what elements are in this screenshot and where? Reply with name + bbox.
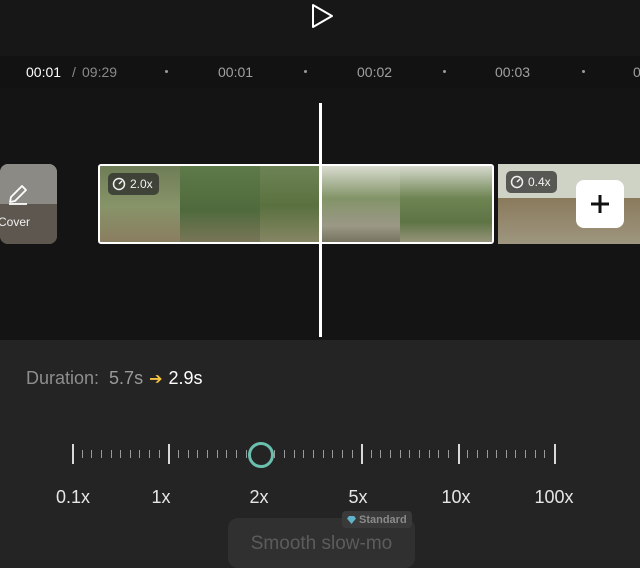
slider-major-tick xyxy=(457,444,460,464)
playhead[interactable] xyxy=(319,103,322,337)
speed-label: 5x xyxy=(348,487,368,507)
slider-minor-tick xyxy=(447,450,449,458)
cover-button[interactable]: Cover xyxy=(0,164,57,244)
slider-minor-tick xyxy=(380,450,382,458)
slider-minor-tick xyxy=(206,450,208,458)
slider-minor-tick xyxy=(100,450,102,458)
speed-value: 0.4x xyxy=(528,175,551,189)
standard-label: Standard xyxy=(359,513,407,526)
arrow-right-icon: ➔ xyxy=(149,371,163,388)
slider-minor-tick xyxy=(284,450,286,458)
ruler-mark: 00:02 xyxy=(357,64,393,80)
slider-minor-tick xyxy=(544,450,546,458)
slider-minor-tick xyxy=(149,450,151,458)
slider-minor-tick xyxy=(245,450,247,458)
ruler-dot xyxy=(304,70,307,73)
slider-minor-tick xyxy=(322,450,324,458)
slider-minor-tick xyxy=(303,450,305,458)
slider-minor-tick xyxy=(226,450,228,458)
slider-minor-tick xyxy=(409,450,411,458)
slider-minor-tick xyxy=(110,450,112,458)
slider-minor-tick xyxy=(341,450,343,458)
slider-minor-tick xyxy=(158,450,160,458)
slider-minor-tick xyxy=(274,450,276,458)
slider-minor-tick xyxy=(216,450,218,458)
slider-minor-tick xyxy=(235,450,237,458)
time-ruler[interactable]: 00:01 / 09:29 00:01 00:02 00:03 0 xyxy=(0,56,640,88)
diamond-icon xyxy=(347,515,356,524)
time-separator: / xyxy=(72,64,76,80)
total-time: 09:29 xyxy=(82,64,118,80)
slider-minor-tick xyxy=(390,450,392,458)
slider-minor-tick xyxy=(486,450,488,458)
ruler-mark: 00:03 xyxy=(495,64,531,80)
slider-minor-tick xyxy=(332,450,334,458)
speed-badge: 2.0x xyxy=(108,173,159,195)
ruler-mark: 00:01 xyxy=(218,64,254,80)
slider-minor-tick xyxy=(129,450,131,458)
slider-minor-tick xyxy=(515,450,517,458)
smooth-slowmo-label: Smooth slow-mo xyxy=(250,533,393,554)
ruler-mark: 0 xyxy=(633,64,640,80)
speed-label: 2x xyxy=(249,487,269,507)
slider-minor-tick xyxy=(525,450,527,458)
slider-minor-tick xyxy=(428,450,430,458)
slider-minor-tick xyxy=(91,450,93,458)
plus-icon xyxy=(591,195,609,213)
standard-badge: Standard xyxy=(342,511,412,528)
speed-badge: 0.4x xyxy=(506,171,557,193)
pencil-icon xyxy=(9,185,27,205)
speed-slider[interactable] xyxy=(72,442,556,466)
slider-minor-tick xyxy=(467,450,469,458)
slider-minor-tick xyxy=(351,450,353,458)
slider-minor-tick xyxy=(187,450,189,458)
duration-new: 2.9s xyxy=(168,368,203,388)
speed-gauge-icon xyxy=(510,175,524,189)
speed-value: 2.0x xyxy=(130,177,153,191)
slider-minor-tick xyxy=(81,450,83,458)
speed-label: 100x xyxy=(534,487,574,507)
slider-minor-tick xyxy=(120,450,122,458)
slider-thumb[interactable] xyxy=(248,442,274,468)
cover-label: Cover xyxy=(0,215,31,229)
slider-minor-tick xyxy=(370,450,372,458)
slider-minor-tick xyxy=(178,450,180,458)
duration-label: Duration: xyxy=(26,368,100,388)
slider-major-tick xyxy=(72,444,74,464)
duration-info: Duration: 5.7s ➔ 2.9s xyxy=(26,368,203,389)
duration-original: 5.7s xyxy=(109,368,144,388)
speed-label: 1x xyxy=(151,487,171,507)
ruler-dot xyxy=(443,70,446,73)
clip-thumbnail xyxy=(320,166,400,242)
clip-thumbnail xyxy=(180,166,260,242)
play-icon[interactable] xyxy=(307,2,337,30)
current-time: 00:01 xyxy=(26,64,62,80)
clip-thumbnail xyxy=(260,166,320,242)
slider-minor-tick xyxy=(505,450,507,458)
slider-minor-tick xyxy=(293,450,295,458)
preview-area xyxy=(0,0,640,56)
slider-minor-tick xyxy=(197,450,199,458)
ruler-dot xyxy=(582,70,585,73)
video-clip-selected[interactable]: 2.0x xyxy=(98,164,494,244)
slider-minor-tick xyxy=(534,450,536,458)
slider-minor-tick xyxy=(419,450,421,458)
speed-gauge-icon xyxy=(112,177,126,191)
speed-label: 10x xyxy=(441,487,471,507)
slider-minor-tick xyxy=(399,450,401,458)
slider-minor-tick xyxy=(496,450,498,458)
slider-major-tick xyxy=(554,444,556,464)
slider-major-tick xyxy=(361,444,364,464)
slider-minor-tick xyxy=(438,450,440,458)
speed-label: 0.1x xyxy=(55,487,91,507)
add-clip-button[interactable] xyxy=(576,180,624,228)
clip-thumbnail xyxy=(400,166,492,242)
slider-minor-tick xyxy=(476,450,478,458)
ruler-dot xyxy=(165,70,168,73)
slider-minor-tick xyxy=(139,450,141,458)
slider-major-tick xyxy=(168,444,171,464)
slider-minor-tick xyxy=(313,450,314,458)
